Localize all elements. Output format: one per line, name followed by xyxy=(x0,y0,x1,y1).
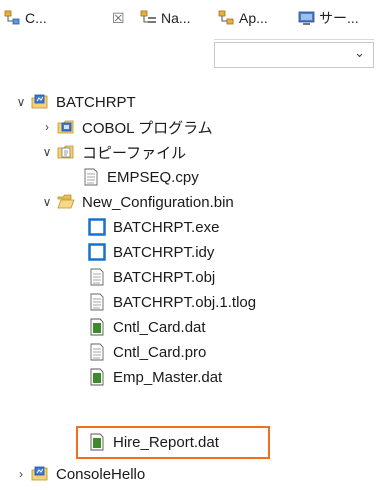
executable-icon xyxy=(88,218,106,236)
tab-application[interactable]: Ap... xyxy=(218,8,268,28)
cobol-project-icon xyxy=(31,93,49,111)
tab-label: Ap... xyxy=(239,10,268,26)
tree-item-label: BATCHRPT.obj.1.tlog xyxy=(113,293,257,311)
server-icon xyxy=(298,10,315,26)
tab-close-icon[interactable]: ☒ xyxy=(112,10,125,27)
tree-item-cobol-programs[interactable]: › COBOL プログラム xyxy=(40,115,213,139)
tab-label: サー... xyxy=(319,10,359,26)
tree-item-hire-report-dat[interactable]: Hire_Report.dat xyxy=(88,430,219,454)
chevron-down-icon[interactable]: ∨ xyxy=(40,195,54,209)
view-tab-bar: C... ☒ Na... Ap... サー... xyxy=(0,0,381,32)
tab-server[interactable]: サー... xyxy=(298,8,359,28)
tree-item-new-configuration[interactable]: ∨ New_Configuration.bin xyxy=(40,190,234,214)
data-file-icon xyxy=(88,433,106,451)
divider xyxy=(214,39,374,40)
cobol-folder-icon xyxy=(57,118,75,136)
tree-item-label: Hire_Report.dat xyxy=(113,433,219,451)
tree-item-emp-master-dat[interactable]: Emp_Master.dat xyxy=(88,365,222,389)
chevron-down-icon[interactable]: ∨ xyxy=(40,145,54,159)
file-icon xyxy=(82,168,100,186)
view-dropdown[interactable]: ⌄ xyxy=(214,42,374,68)
tree-item-label: COBOL プログラム xyxy=(82,119,213,137)
data-file-icon xyxy=(88,318,106,336)
tree-item-label: ConsoleHello xyxy=(56,465,146,483)
tree-item-cntl-card-pro[interactable]: Cntl_Card.pro xyxy=(88,340,206,364)
tab-navigator[interactable]: Na... xyxy=(140,8,191,28)
tree-item-label: BATCHRPT.obj xyxy=(113,268,216,286)
tree-item-cntl-card-dat[interactable]: Cntl_Card.dat xyxy=(88,315,206,339)
tree-item-label: BATCHRPT.idy xyxy=(113,243,215,261)
chevron-right-icon[interactable]: › xyxy=(40,120,54,134)
file-icon xyxy=(88,343,106,361)
open-folder-icon xyxy=(57,193,75,211)
project-explorer-icon xyxy=(4,10,21,26)
tree-item-batchrpt-tlog[interactable]: BATCHRPT.obj.1.tlog xyxy=(88,290,256,314)
tree-item-batchrpt[interactable]: ∨ BATCHRPT xyxy=(14,90,136,114)
data-file-icon xyxy=(88,368,106,386)
tab-cobol-explorer[interactable]: C... xyxy=(4,8,47,28)
tree-item-label: BATCHRPT.exe xyxy=(113,218,220,236)
file-icon xyxy=(88,293,106,311)
cobol-project-icon xyxy=(31,465,49,483)
navigator-icon xyxy=(140,10,157,26)
file-icon xyxy=(88,268,106,286)
tree-item-empseq[interactable]: EMPSEQ.cpy xyxy=(82,165,199,189)
application-icon xyxy=(218,10,235,26)
tree-item-batchrpt-idy[interactable]: BATCHRPT.idy xyxy=(88,240,214,264)
tree-item-label: EMPSEQ.cpy xyxy=(107,168,199,186)
tree-item-copybooks[interactable]: ∨ コピーファイル xyxy=(40,140,187,164)
chevron-right-icon[interactable]: › xyxy=(14,467,28,481)
copybook-folder-icon xyxy=(57,143,75,161)
chevron-down-icon[interactable]: ⌄ xyxy=(354,45,365,61)
tree-item-consolehello[interactable]: › ConsoleHello xyxy=(14,462,145,486)
tree-item-label: コピーファイル xyxy=(82,144,187,162)
tree-item-batchrpt-obj[interactable]: BATCHRPT.obj xyxy=(88,265,215,289)
tree-item-label: Cntl_Card.dat xyxy=(113,318,206,336)
tree-item-label: Emp_Master.dat xyxy=(113,368,223,386)
tree-item-batchrpt-exe[interactable]: BATCHRPT.exe xyxy=(88,215,219,239)
tree-item-label: Cntl_Card.pro xyxy=(113,343,207,361)
tab-label: C... xyxy=(25,10,47,26)
executable-icon xyxy=(88,243,106,261)
tree-item-label: New_Configuration.bin xyxy=(82,193,234,211)
chevron-down-icon[interactable]: ∨ xyxy=(14,95,28,109)
tab-label: Na... xyxy=(161,10,191,26)
tree-item-label: BATCHRPT xyxy=(56,93,136,111)
